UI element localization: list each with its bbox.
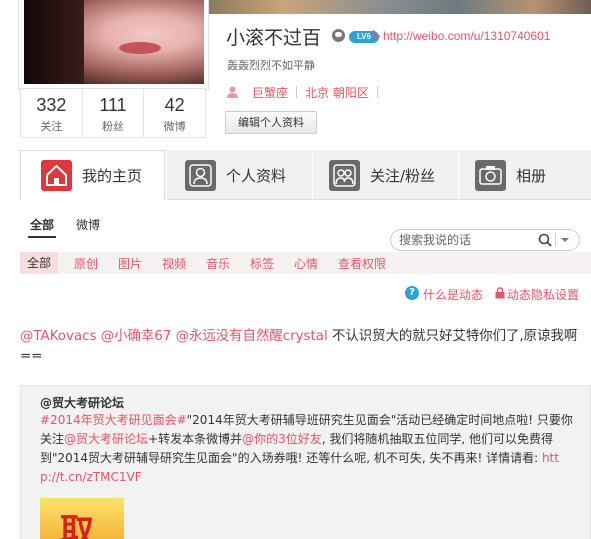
tab-label: 关注/粉丝 <box>370 166 436 185</box>
person-icon <box>227 86 238 98</box>
hashtag-link[interactable]: #2014年贸大考研见面会# <box>40 413 187 427</box>
repost-image[interactable]: 取 <box>40 498 124 539</box>
stat-value: 332 <box>36 95 67 115</box>
camera-icon <box>475 159 506 191</box>
image-glyph: 取 <box>60 512 94 539</box>
help-icon[interactable]: ? <box>405 286 419 300</box>
repost-author-link[interactable]: @贸大考研论坛 <box>40 394 124 411</box>
divider <box>458 150 459 200</box>
mention-link[interactable]: @你的3位好友 <box>242 432 322 446</box>
divider <box>296 86 298 98</box>
tab-label: 个人资料 <box>226 166 287 185</box>
divider <box>166 150 167 200</box>
mention-link[interactable]: @永远没有自然醒crystal <box>176 329 328 344</box>
filter-videos[interactable]: 视频 <box>162 255 186 272</box>
repost-body: +转发本条微博并 <box>148 432 243 446</box>
post-text: @TAKovacs @小确幸67 @永远没有自然醒crystal 不认识贸大的就… <box>20 327 582 367</box>
stat-followers[interactable]: 111 粉丝 <box>83 89 145 137</box>
user-name: 小滚不过百 <box>226 27 322 49</box>
filter-permissions[interactable]: 查看权限 <box>338 255 386 272</box>
divider <box>312 150 313 200</box>
tab-follow-fans[interactable]: 关注/粉丝 <box>329 150 435 200</box>
filter-images[interactable]: 图片 <box>118 255 142 272</box>
active-subtab-indicator <box>28 236 56 238</box>
user-info-row: 巨蟹座 北京 朝阳区 <box>227 84 386 100</box>
filter-tags[interactable]: 标签 <box>250 255 274 272</box>
tab-album[interactable]: 相册 <box>475 150 546 200</box>
stat-label: 微博 <box>163 120 186 133</box>
tab-profile[interactable]: 个人资料 <box>183 150 286 200</box>
privacy-settings-link[interactable]: 动态隐私设置 <box>507 286 579 303</box>
stat-value: 42 <box>164 95 185 115</box>
edit-profile-button[interactable]: 编辑个人资料 <box>225 111 317 134</box>
user-bio: 轰轰烈烈不如平静 <box>227 59 315 72</box>
member-icon[interactable] <box>332 29 345 42</box>
home-icon <box>41 160 72 191</box>
what-is-feed-link[interactable]: 什么是动态 <box>423 286 483 303</box>
mention-link[interactable]: @贸大考研论坛 <box>64 432 148 446</box>
person-icon <box>185 159 216 191</box>
avatar[interactable] <box>24 0 204 84</box>
filter-mood[interactable]: 心情 <box>294 255 318 272</box>
chevron-down-icon[interactable] <box>560 236 570 244</box>
profile-url-link[interactable]: http://weibo.com/u/1310740601 <box>383 29 550 43</box>
filter-music[interactable]: 音乐 <box>206 255 230 272</box>
mention-link[interactable]: @TAKovacs <box>20 329 96 344</box>
search-icon[interactable] <box>538 233 552 247</box>
divider <box>376 86 378 98</box>
stat-label: 粉丝 <box>102 120 124 133</box>
tab-label: 我的主页 <box>82 167 143 185</box>
lock-icon <box>495 287 505 299</box>
location-link[interactable]: 北京 朝阳区 <box>305 84 369 101</box>
subtab-weibo[interactable]: 微博 <box>76 216 100 233</box>
link-icon <box>370 30 380 40</box>
stat-value: 111 <box>99 95 127 115</box>
divider <box>555 233 556 246</box>
stat-following[interactable]: 332 关注 <box>21 89 83 137</box>
zodiac-link[interactable]: 巨蟹座 <box>252 84 288 101</box>
stat-posts[interactable]: 42 微博 <box>144 89 205 137</box>
stats-panel: 332 关注 111 粉丝 42 微博 <box>20 88 206 138</box>
subtab-all[interactable]: 全部 <box>30 216 54 233</box>
people-icon <box>329 159 360 191</box>
cover-banner <box>207 0 591 14</box>
search-input[interactable] <box>399 233 529 247</box>
tab-my-homepage[interactable]: 我的主页 <box>20 150 165 201</box>
filter-original[interactable]: 原创 <box>74 255 98 272</box>
tab-label: 相册 <box>516 166 547 185</box>
mention-link[interactable]: @小确幸67 <box>101 329 172 344</box>
repost-text: #2014年贸大考研见面会#"2014年贸大考研辅导班研究生见面会"活动已经确定… <box>40 411 575 487</box>
filter-all[interactable]: 全部 <box>20 252 58 274</box>
stat-label: 关注 <box>40 120 63 133</box>
